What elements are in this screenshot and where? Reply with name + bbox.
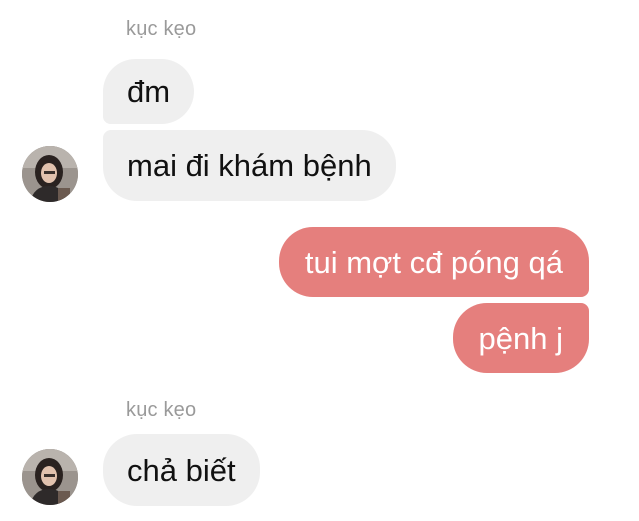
incoming-message-bubble[interactable]: đm bbox=[103, 59, 195, 124]
sender-name: kục kẹo bbox=[126, 399, 197, 421]
contact-avatar[interactable] bbox=[22, 449, 78, 505]
sender-name: kục kẹo bbox=[126, 18, 197, 40]
incoming-message-bubble[interactable]: mai đi khám bệnh bbox=[103, 130, 396, 201]
outgoing-message-bubble[interactable]: tui mợt cđ póng qá bbox=[278, 227, 589, 297]
outgoing-message-bubble[interactable]: pệnh j bbox=[452, 303, 589, 373]
contact-avatar[interactable] bbox=[22, 146, 78, 202]
avatar-photo-icon bbox=[22, 449, 78, 505]
avatar-photo-icon bbox=[22, 146, 78, 202]
incoming-message-bubble[interactable]: chả biết bbox=[103, 434, 260, 506]
